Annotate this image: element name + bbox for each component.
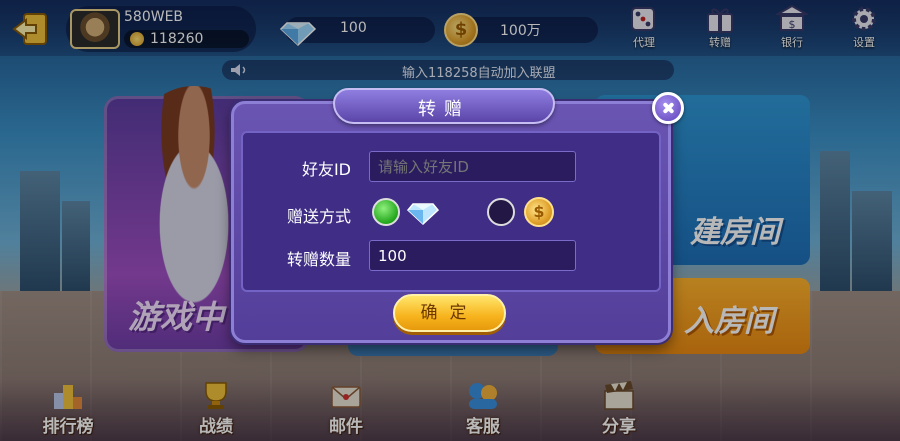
friend-id-label: 好友ID bbox=[301, 160, 351, 179]
friend-id-input[interactable] bbox=[369, 151, 576, 182]
amount-input[interactable] bbox=[369, 240, 576, 271]
dialog-title: 转赠 bbox=[418, 99, 470, 120]
dialog-title-tab: 转赠 bbox=[333, 88, 555, 124]
game-lobby: 580WEB 118260 100 100万 代理 bbox=[0, 0, 900, 441]
gold-coin-icon bbox=[524, 197, 554, 227]
diamond-icon bbox=[406, 203, 440, 226]
diamond-radio[interactable] bbox=[372, 198, 400, 226]
close-button[interactable] bbox=[652, 92, 684, 124]
method-label: 赠送方式 bbox=[286, 207, 351, 226]
confirm-button[interactable]: 确定 bbox=[393, 294, 506, 332]
gold-radio[interactable] bbox=[487, 198, 515, 226]
amount-label: 转赠数量 bbox=[286, 250, 351, 269]
